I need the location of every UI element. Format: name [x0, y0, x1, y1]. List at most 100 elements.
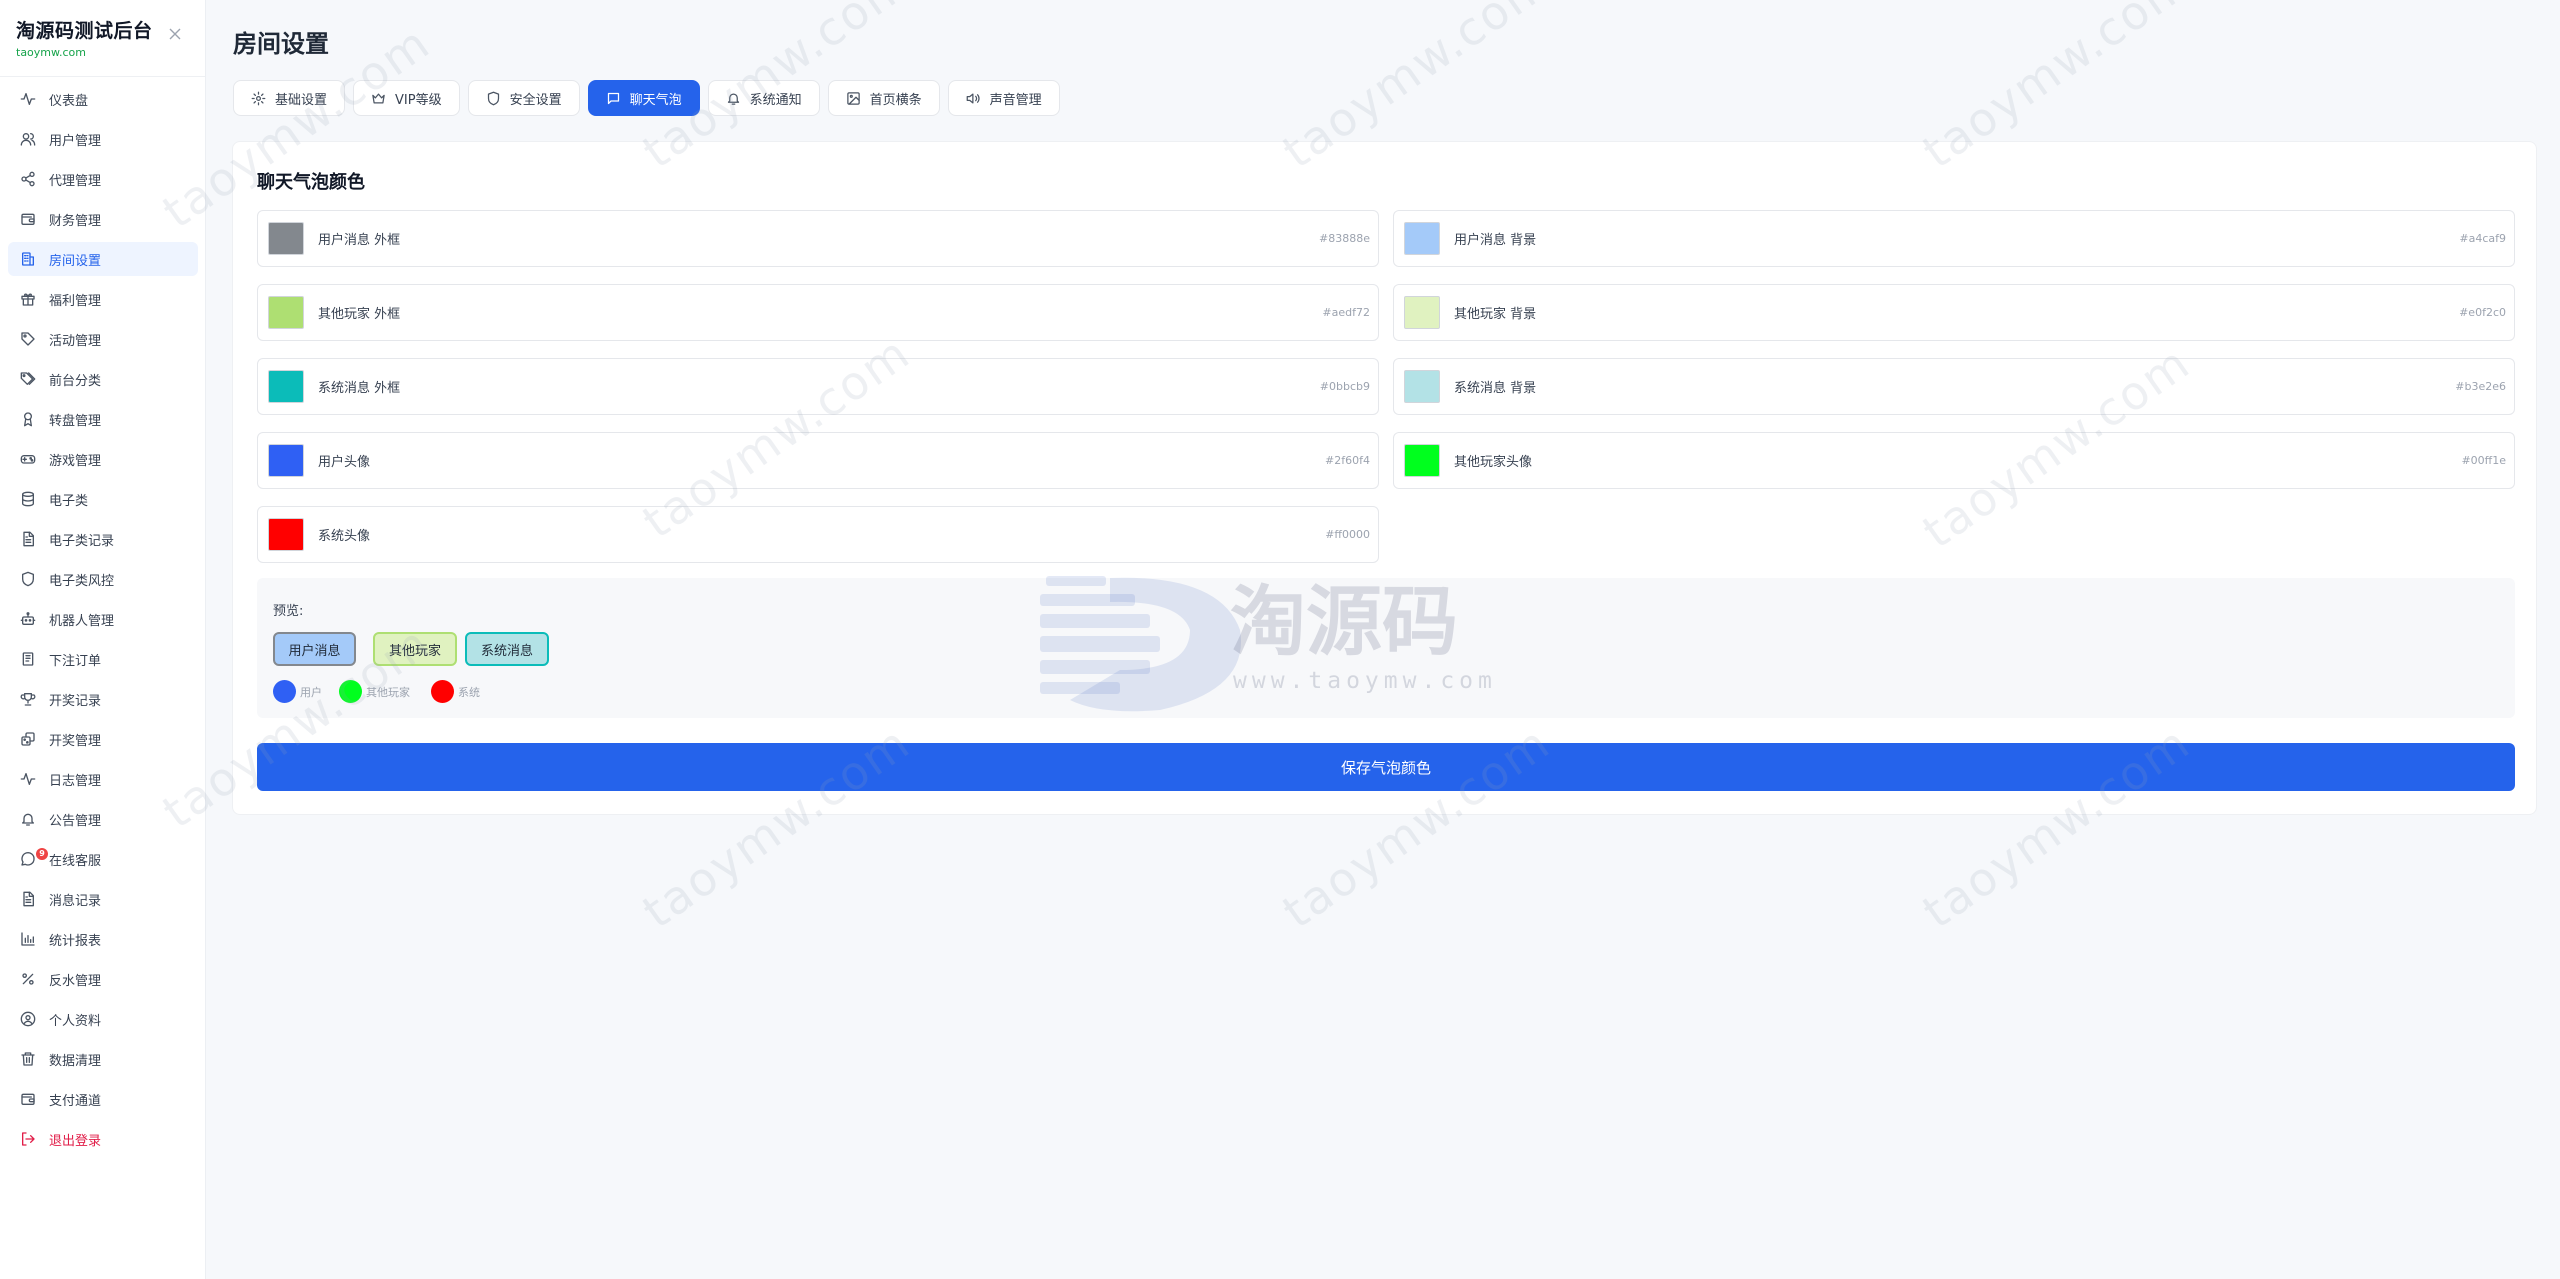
sidebar-item-3[interactable]: 代理管理 [8, 162, 198, 196]
sidebar-item-label: 支付通道 [49, 1093, 102, 1109]
sidebar-item-label: 房间设置 [49, 253, 102, 269]
bell-icon [22, 813, 34, 826]
share-icon [21, 171, 35, 187]
color-picker-row[interactable]: 系统消息 背景 #b3e2e6 [1393, 358, 2515, 415]
color-hex-value: #83888e [1319, 232, 1370, 245]
receipt-icon [22, 652, 34, 666]
color-swatch[interactable] [1404, 222, 1440, 255]
color-swatch[interactable] [1404, 296, 1440, 329]
sidebar-divider [0, 76, 205, 77]
sidebar-item-2[interactable]: 用户管理 [8, 122, 198, 156]
color-label: 系统头像 [318, 529, 371, 544]
tab-1[interactable]: 基础设置 [233, 80, 346, 116]
color-picker-row[interactable]: 用户消息 背景 #a4caf9 [1393, 210, 2515, 267]
color-hex-value: #e0f2c0 [2459, 306, 2506, 319]
sidebar-item-label: 财务管理 [49, 213, 102, 229]
wallet-icon [21, 1093, 35, 1105]
sidebar-menu: 仪表盘用户管理代理管理财务管理房间设置福利管理活动管理前台分类转盘管理游戏管理电… [8, 82, 198, 1162]
sidebar-item-13[interactable]: 电子类风控 [8, 562, 198, 596]
percent-icon [22, 973, 34, 985]
preview-bubble: 用户消息 [273, 632, 356, 666]
close-icon[interactable] [167, 26, 183, 42]
color-picker-row[interactable]: 系统消息 外框 #0bbcb9 [257, 358, 1379, 415]
tab-5[interactable]: 系统通知 [707, 80, 820, 116]
sidebar-item-23[interactable]: 反水管理 [8, 962, 198, 996]
color-swatch[interactable] [1404, 370, 1440, 403]
color-swatch[interactable] [268, 444, 304, 477]
sidebar-item-15[interactable]: 下注订单 [8, 642, 198, 676]
sidebar-item-16[interactable]: 开奖记录 [8, 682, 198, 716]
color-picker-row[interactable]: 用户头像 #2f60f4 [257, 432, 1379, 489]
activity-icon [20, 93, 36, 105]
sidebar-item-26[interactable]: 支付通道 [8, 1082, 198, 1116]
sidebar-item-label: 代理管理 [49, 173, 102, 189]
color-swatch[interactable] [1404, 444, 1440, 477]
sidebar-item-19[interactable]: 公告管理 [8, 802, 198, 836]
color-picker-row[interactable]: 用户消息 外框 #83888e [257, 210, 1379, 267]
tab-7[interactable]: 声音管理 [947, 80, 1060, 116]
sidebar-item-12[interactable]: 电子类记录 [8, 522, 198, 556]
sidebar-item-11[interactable]: 电子类 [8, 482, 198, 516]
avatar [431, 680, 454, 703]
sidebar-item-17[interactable]: 开奖管理 [8, 722, 198, 756]
color-swatch[interactable] [268, 518, 304, 551]
color-swatch[interactable] [268, 222, 304, 255]
sidebar-item-label: 前台分类 [49, 373, 102, 389]
color-label: 其他玩家头像 [1454, 455, 1533, 470]
brand-subtitle: taoymw.com [16, 46, 86, 59]
sidebar-item-10[interactable]: 游戏管理 [8, 442, 198, 476]
tab-6[interactable]: 首页横条 [827, 80, 940, 116]
bot-icon [20, 612, 36, 625]
tab-label: 系统通知 [749, 92, 802, 108]
sidebar-item-label: 转盘管理 [49, 413, 102, 429]
avatar [273, 680, 296, 703]
sidebar-item-22[interactable]: 统计报表 [8, 922, 198, 956]
sidebar-item-27[interactable]: 退出登录 [8, 1122, 198, 1156]
color-label: 系统消息 外框 [318, 381, 401, 396]
sidebar-item-6[interactable]: 福利管理 [8, 282, 198, 316]
sidebar-item-label: 福利管理 [49, 293, 102, 309]
color-swatch[interactable] [268, 370, 304, 403]
shield-icon [22, 571, 34, 587]
volume-icon [966, 93, 980, 103]
tab-3[interactable]: 安全设置 [467, 80, 580, 116]
preview-avatar: 系统 [431, 680, 480, 703]
sidebar-item-label: 仪表盘 [49, 93, 89, 109]
unread-badge: 9 [36, 848, 48, 860]
sidebar-item-7[interactable]: 活动管理 [8, 322, 198, 356]
sidebar-item-25[interactable]: 数据清理 [8, 1042, 198, 1076]
tab-label: 基础设置 [275, 92, 328, 108]
color-picker-row[interactable]: 其他玩家头像 #00ff1e [1393, 432, 2515, 489]
sidebar-item-21[interactable]: 消息记录 [8, 882, 198, 916]
image-icon [846, 91, 860, 105]
color-picker-row[interactable]: 其他玩家 背景 #e0f2c0 [1393, 284, 2515, 341]
page-title: 房间设置 [233, 30, 329, 58]
file-text-icon [23, 891, 34, 907]
sidebar-item-18[interactable]: 日志管理 [8, 762, 198, 796]
avatar-label: 用户 [300, 685, 322, 699]
sidebar-item-5[interactable]: 房间设置 [8, 242, 198, 276]
sidebar-item-8[interactable]: 前台分类 [8, 362, 198, 396]
tab-4[interactable]: 聊天气泡 [587, 80, 700, 116]
tab-2[interactable]: VIP等级 [353, 80, 460, 116]
sidebar-item-label: 电子类风控 [49, 573, 115, 589]
color-label: 其他玩家 外框 [318, 307, 401, 322]
sidebar-item-14[interactable]: 机器人管理 [8, 602, 198, 636]
color-picker-row[interactable]: 其他玩家 外框 #aedf72 [257, 284, 1379, 341]
sidebar-item-label: 在线客服 [49, 853, 102, 869]
sidebar-item-9[interactable]: 转盘管理 [8, 402, 198, 436]
preview-avatar: 其他玩家 [339, 680, 410, 703]
gear-icon [251, 91, 266, 105]
avatar [339, 680, 362, 703]
trophy-icon [20, 693, 36, 706]
color-picker-row[interactable]: 系统头像 #ff0000 [257, 506, 1379, 563]
save-bubble-colors-button[interactable]: 保存气泡颜色 [257, 743, 2515, 791]
color-hex-value: #b3e2e6 [2455, 380, 2506, 393]
sidebar-item-20[interactable]: 在线客服 9 [8, 842, 198, 876]
sidebar-item-4[interactable]: 财务管理 [8, 202, 198, 236]
sidebar-item-1[interactable]: 仪表盘 [8, 82, 198, 116]
sidebar-item-label: 电子类 [49, 493, 89, 509]
sidebar-item-24[interactable]: 个人资料 [8, 1002, 198, 1036]
color-swatch[interactable] [268, 296, 304, 329]
sidebar-item-label: 下注订单 [49, 653, 102, 669]
